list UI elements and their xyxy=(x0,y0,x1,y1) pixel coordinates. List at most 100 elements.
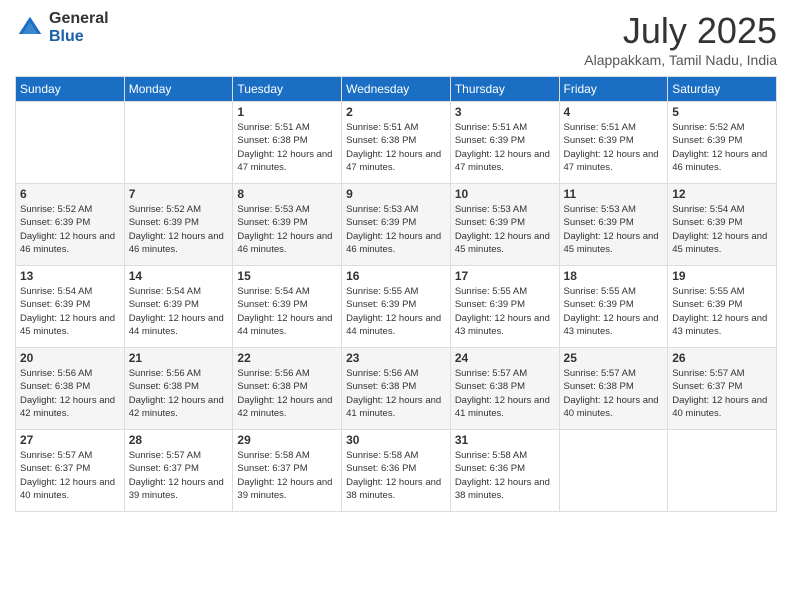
day-number: 23 xyxy=(346,351,446,365)
day-info: Sunrise: 5:56 AMSunset: 6:38 PMDaylight:… xyxy=(129,367,229,420)
day-info: Sunrise: 5:53 AMSunset: 6:39 PMDaylight:… xyxy=(564,203,664,256)
table-row: 19 Sunrise: 5:55 AMSunset: 6:39 PMDaylig… xyxy=(668,266,777,348)
day-number: 29 xyxy=(237,433,337,447)
day-info: Sunrise: 5:57 AMSunset: 6:37 PMDaylight:… xyxy=(672,367,772,420)
table-row: 4 Sunrise: 5:51 AMSunset: 6:39 PMDayligh… xyxy=(559,102,668,184)
table-row: 1 Sunrise: 5:51 AMSunset: 6:38 PMDayligh… xyxy=(233,102,342,184)
day-info: Sunrise: 5:56 AMSunset: 6:38 PMDaylight:… xyxy=(346,367,446,420)
day-number: 14 xyxy=(129,269,229,283)
day-number: 21 xyxy=(129,351,229,365)
calendar-week-4: 20 Sunrise: 5:56 AMSunset: 6:38 PMDaylig… xyxy=(16,348,777,430)
day-info: Sunrise: 5:54 AMSunset: 6:39 PMDaylight:… xyxy=(129,285,229,338)
table-row xyxy=(668,430,777,512)
table-row: 27 Sunrise: 5:57 AMSunset: 6:37 PMDaylig… xyxy=(16,430,125,512)
day-info: Sunrise: 5:55 AMSunset: 6:39 PMDaylight:… xyxy=(346,285,446,338)
table-row: 28 Sunrise: 5:57 AMSunset: 6:37 PMDaylig… xyxy=(124,430,233,512)
day-info: Sunrise: 5:54 AMSunset: 6:39 PMDaylight:… xyxy=(20,285,120,338)
day-info: Sunrise: 5:57 AMSunset: 6:37 PMDaylight:… xyxy=(129,449,229,502)
day-number: 1 xyxy=(237,105,337,119)
day-number: 11 xyxy=(564,187,664,201)
day-info: Sunrise: 5:53 AMSunset: 6:39 PMDaylight:… xyxy=(346,203,446,256)
day-info: Sunrise: 5:52 AMSunset: 6:39 PMDaylight:… xyxy=(129,203,229,256)
header-saturday: Saturday xyxy=(668,77,777,102)
table-row xyxy=(559,430,668,512)
logo-text: General Blue xyxy=(49,10,109,45)
table-row: 16 Sunrise: 5:55 AMSunset: 6:39 PMDaylig… xyxy=(342,266,451,348)
table-row: 7 Sunrise: 5:52 AMSunset: 6:39 PMDayligh… xyxy=(124,184,233,266)
day-info: Sunrise: 5:51 AMSunset: 6:38 PMDaylight:… xyxy=(346,121,446,174)
table-row: 18 Sunrise: 5:55 AMSunset: 6:39 PMDaylig… xyxy=(559,266,668,348)
table-row: 12 Sunrise: 5:54 AMSunset: 6:39 PMDaylig… xyxy=(668,184,777,266)
table-row: 10 Sunrise: 5:53 AMSunset: 6:39 PMDaylig… xyxy=(450,184,559,266)
day-info: Sunrise: 5:58 AMSunset: 6:36 PMDaylight:… xyxy=(455,449,555,502)
location-subtitle: Alappakkam, Tamil Nadu, India xyxy=(584,52,777,68)
header-wednesday: Wednesday xyxy=(342,77,451,102)
table-row: 11 Sunrise: 5:53 AMSunset: 6:39 PMDaylig… xyxy=(559,184,668,266)
title-block: July 2025 Alappakkam, Tamil Nadu, India xyxy=(584,10,777,68)
table-row: 15 Sunrise: 5:54 AMSunset: 6:39 PMDaylig… xyxy=(233,266,342,348)
table-row: 3 Sunrise: 5:51 AMSunset: 6:39 PMDayligh… xyxy=(450,102,559,184)
day-number: 5 xyxy=(672,105,772,119)
day-number: 25 xyxy=(564,351,664,365)
table-row: 23 Sunrise: 5:56 AMSunset: 6:38 PMDaylig… xyxy=(342,348,451,430)
day-info: Sunrise: 5:56 AMSunset: 6:38 PMDaylight:… xyxy=(20,367,120,420)
table-row: 20 Sunrise: 5:56 AMSunset: 6:38 PMDaylig… xyxy=(16,348,125,430)
day-number: 17 xyxy=(455,269,555,283)
day-number: 3 xyxy=(455,105,555,119)
header: General Blue July 2025 Alappakkam, Tamil… xyxy=(15,10,777,68)
day-number: 7 xyxy=(129,187,229,201)
header-tuesday: Tuesday xyxy=(233,77,342,102)
day-info: Sunrise: 5:55 AMSunset: 6:39 PMDaylight:… xyxy=(564,285,664,338)
day-number: 4 xyxy=(564,105,664,119)
calendar-week-5: 27 Sunrise: 5:57 AMSunset: 6:37 PMDaylig… xyxy=(16,430,777,512)
day-number: 31 xyxy=(455,433,555,447)
table-row: 24 Sunrise: 5:57 AMSunset: 6:38 PMDaylig… xyxy=(450,348,559,430)
calendar-table: Sunday Monday Tuesday Wednesday Thursday… xyxy=(15,76,777,512)
table-row: 25 Sunrise: 5:57 AMSunset: 6:38 PMDaylig… xyxy=(559,348,668,430)
day-info: Sunrise: 5:51 AMSunset: 6:39 PMDaylight:… xyxy=(564,121,664,174)
header-sunday: Sunday xyxy=(16,77,125,102)
table-row: 5 Sunrise: 5:52 AMSunset: 6:39 PMDayligh… xyxy=(668,102,777,184)
day-number: 18 xyxy=(564,269,664,283)
header-friday: Friday xyxy=(559,77,668,102)
day-number: 6 xyxy=(20,187,120,201)
calendar-week-2: 6 Sunrise: 5:52 AMSunset: 6:39 PMDayligh… xyxy=(16,184,777,266)
day-number: 2 xyxy=(346,105,446,119)
day-info: Sunrise: 5:55 AMSunset: 6:39 PMDaylight:… xyxy=(455,285,555,338)
logo-blue-text: Blue xyxy=(49,28,109,46)
table-row: 9 Sunrise: 5:53 AMSunset: 6:39 PMDayligh… xyxy=(342,184,451,266)
day-number: 19 xyxy=(672,269,772,283)
day-number: 27 xyxy=(20,433,120,447)
day-number: 24 xyxy=(455,351,555,365)
logo: General Blue xyxy=(15,10,109,45)
day-info: Sunrise: 5:58 AMSunset: 6:37 PMDaylight:… xyxy=(237,449,337,502)
calendar-week-3: 13 Sunrise: 5:54 AMSunset: 6:39 PMDaylig… xyxy=(16,266,777,348)
day-info: Sunrise: 5:53 AMSunset: 6:39 PMDaylight:… xyxy=(237,203,337,256)
day-info: Sunrise: 5:57 AMSunset: 6:38 PMDaylight:… xyxy=(564,367,664,420)
day-info: Sunrise: 5:54 AMSunset: 6:39 PMDaylight:… xyxy=(237,285,337,338)
day-info: Sunrise: 5:57 AMSunset: 6:38 PMDaylight:… xyxy=(455,367,555,420)
day-number: 30 xyxy=(346,433,446,447)
header-thursday: Thursday xyxy=(450,77,559,102)
day-number: 20 xyxy=(20,351,120,365)
month-year-title: July 2025 xyxy=(584,10,777,52)
day-info: Sunrise: 5:51 AMSunset: 6:38 PMDaylight:… xyxy=(237,121,337,174)
day-info: Sunrise: 5:58 AMSunset: 6:36 PMDaylight:… xyxy=(346,449,446,502)
day-info: Sunrise: 5:51 AMSunset: 6:39 PMDaylight:… xyxy=(455,121,555,174)
table-row: 14 Sunrise: 5:54 AMSunset: 6:39 PMDaylig… xyxy=(124,266,233,348)
table-row: 2 Sunrise: 5:51 AMSunset: 6:38 PMDayligh… xyxy=(342,102,451,184)
day-info: Sunrise: 5:53 AMSunset: 6:39 PMDaylight:… xyxy=(455,203,555,256)
calendar-header-row: Sunday Monday Tuesday Wednesday Thursday… xyxy=(16,77,777,102)
day-info: Sunrise: 5:52 AMSunset: 6:39 PMDaylight:… xyxy=(672,121,772,174)
day-number: 28 xyxy=(129,433,229,447)
day-number: 9 xyxy=(346,187,446,201)
day-number: 10 xyxy=(455,187,555,201)
table-row: 21 Sunrise: 5:56 AMSunset: 6:38 PMDaylig… xyxy=(124,348,233,430)
table-row: 26 Sunrise: 5:57 AMSunset: 6:37 PMDaylig… xyxy=(668,348,777,430)
header-monday: Monday xyxy=(124,77,233,102)
calendar-week-1: 1 Sunrise: 5:51 AMSunset: 6:38 PMDayligh… xyxy=(16,102,777,184)
day-info: Sunrise: 5:57 AMSunset: 6:37 PMDaylight:… xyxy=(20,449,120,502)
calendar-page: General Blue July 2025 Alappakkam, Tamil… xyxy=(0,0,792,612)
day-number: 13 xyxy=(20,269,120,283)
table-row: 29 Sunrise: 5:58 AMSunset: 6:37 PMDaylig… xyxy=(233,430,342,512)
